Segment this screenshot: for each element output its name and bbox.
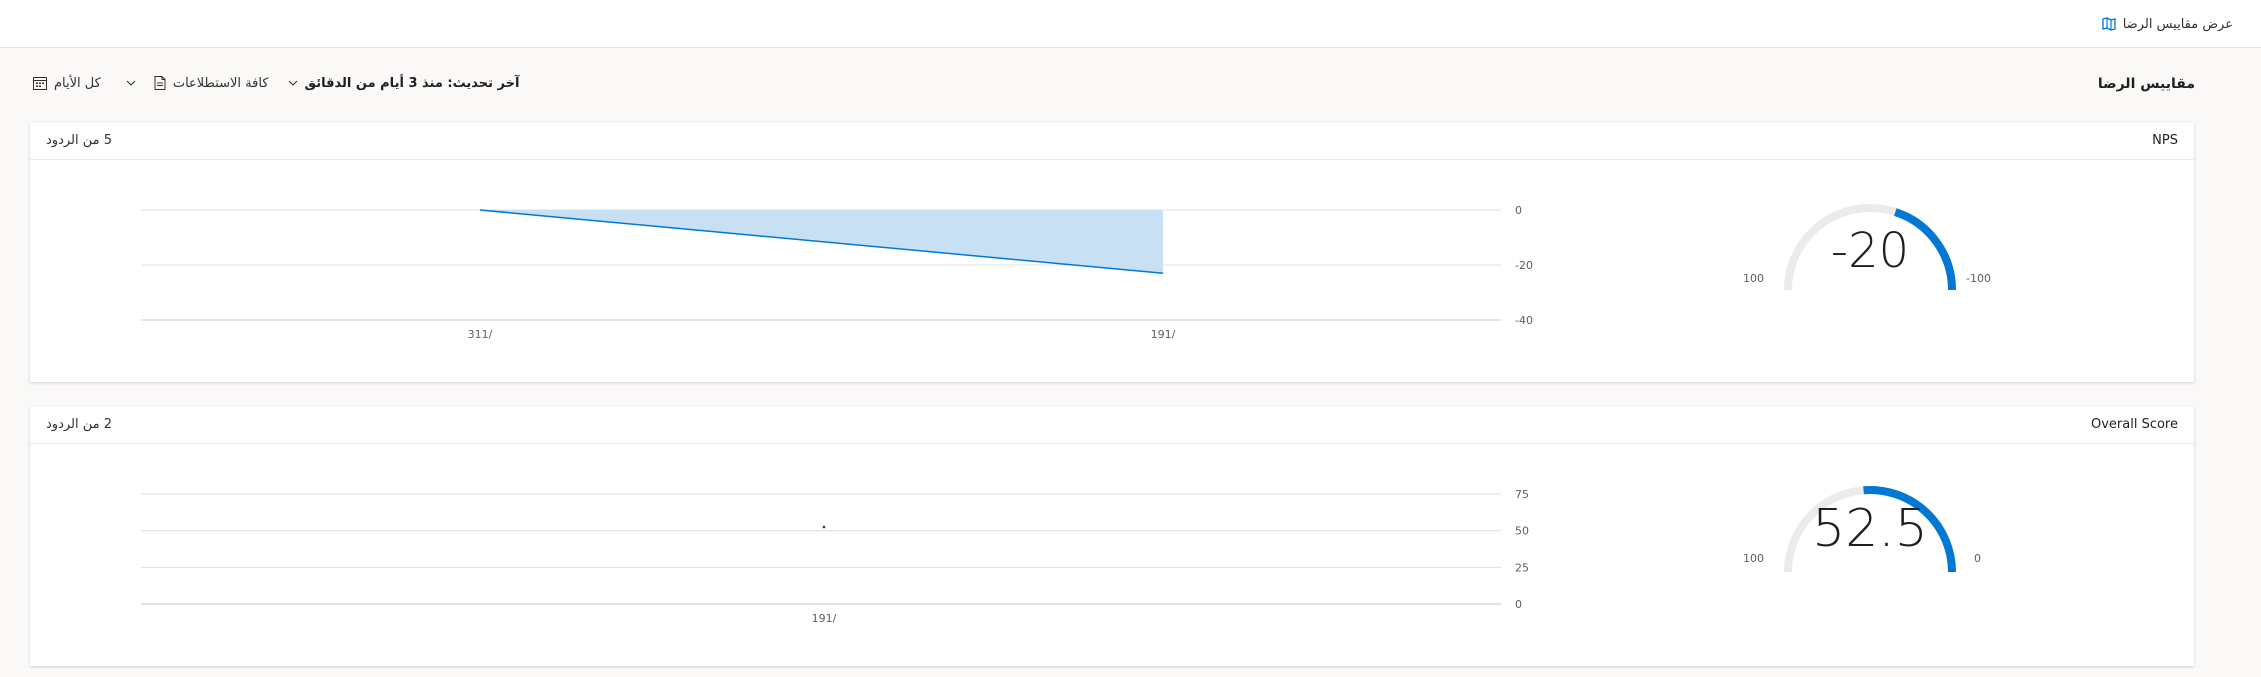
date-filter-button[interactable]: كل الأيام bbox=[22, 75, 111, 91]
y-tick-label: 0 bbox=[1515, 598, 1522, 611]
nps-gauge: -20 100 -100 bbox=[1740, 190, 2000, 310]
x-tick-label: 191/ bbox=[1151, 328, 1176, 341]
y-tick-label: -40 bbox=[1515, 314, 1533, 327]
survey-filter-button[interactable]: كافة الاستطلاعات bbox=[143, 75, 279, 91]
last-updated-text: آخر تحديث: منذ 3 أيام من الدقائق bbox=[304, 75, 520, 91]
survey-filter-dropdown[interactable] bbox=[279, 77, 305, 89]
date-filter-dropdown[interactable] bbox=[111, 77, 143, 89]
card-title: Overall Score bbox=[2090, 417, 2178, 432]
gauge-max-label: 100 bbox=[1743, 272, 1764, 285]
overall-score-trend-chart: 75 50 25 0 191/ bbox=[141, 488, 1529, 625]
data-point bbox=[822, 525, 826, 529]
date-filter-label: كل الأيام bbox=[54, 75, 101, 91]
header-title: عرض مقاييس الرضا bbox=[2122, 16, 2233, 32]
command-bar: مقاييس الرضا كل الأيام كافة الاستطلاعات … bbox=[0, 66, 2261, 104]
gauge-value: 52.5 bbox=[1812, 499, 1928, 559]
calendar-icon bbox=[32, 75, 48, 91]
nps-trend-chart: 0 -20 -40 311/191/ bbox=[141, 204, 1533, 341]
nps-card: NPS 5 من الردود 0 -20 -40 311/191/ -20 100 … bbox=[30, 122, 2194, 382]
overall-score-gauge: 52.5 100 0 bbox=[1740, 472, 2000, 592]
card-title: NPS bbox=[2152, 133, 2178, 148]
response-count: 5 من الردود bbox=[46, 133, 113, 148]
header-title-link[interactable]: عرض مقاييس الرضا bbox=[2101, 16, 2233, 32]
gauge-min-label: -100 bbox=[1966, 272, 1991, 285]
y-tick-label: 25 bbox=[1515, 561, 1529, 574]
response-count: 2 من الردود bbox=[46, 417, 113, 432]
card-header: NPS 5 من الردود bbox=[30, 122, 2194, 160]
card-body: 75 50 25 0 191/ 52.5 100 0 bbox=[30, 444, 2194, 664]
x-tick-label: 191/ bbox=[812, 612, 837, 625]
survey-filter-label: كافة الاستطلاعات bbox=[172, 75, 269, 91]
top-bar: عرض مقاييس الرضا bbox=[0, 0, 2261, 48]
y-tick-label: -20 bbox=[1515, 259, 1533, 272]
gauge-min-label: 0 bbox=[1974, 552, 1981, 565]
page-title: مقاييس الرضا bbox=[2097, 76, 2195, 92]
chevron-down-icon bbox=[125, 77, 137, 89]
gauge-max-label: 100 bbox=[1743, 552, 1764, 565]
card-body: 0 -20 -40 311/191/ -20 100 -100 bbox=[30, 160, 2194, 380]
overall-score-card: Overall Score 2 من الردود 75 50 25 0 191/ 52… bbox=[30, 406, 2194, 666]
y-tick-label: 75 bbox=[1515, 488, 1529, 501]
y-tick-label: 0 bbox=[1515, 204, 1522, 217]
survey-metrics-icon bbox=[2101, 16, 2117, 32]
card-header: Overall Score 2 من الردود bbox=[30, 406, 2194, 444]
chevron-down-icon bbox=[287, 77, 299, 89]
x-tick-label: 311/ bbox=[468, 328, 493, 341]
document-icon bbox=[153, 75, 167, 91]
gauge-value: -20 bbox=[1830, 223, 1910, 279]
y-tick-label: 50 bbox=[1515, 525, 1529, 538]
